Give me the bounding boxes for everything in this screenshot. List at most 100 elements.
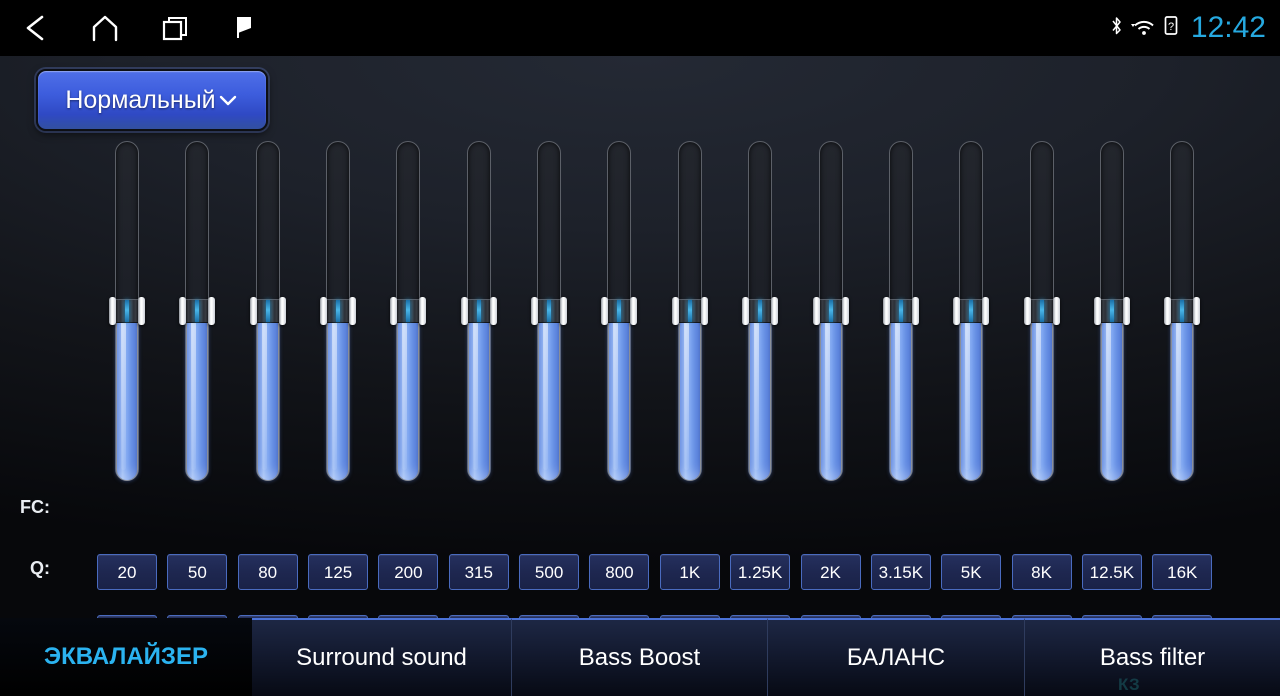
- slider-thumb-glow: [828, 300, 833, 322]
- slider-thumb-cap-left: [1164, 297, 1172, 325]
- slider-thumb-glow: [1039, 300, 1044, 322]
- slider-fill: [116, 311, 138, 481]
- status-clock: 12:42: [1190, 11, 1266, 44]
- back-icon[interactable]: [0, 0, 70, 56]
- fc-value-chip[interactable]: 1K: [659, 554, 720, 590]
- band-slider[interactable]: [320, 141, 357, 481]
- band-slider[interactable]: [531, 141, 568, 481]
- slider-thumb-glow: [336, 300, 341, 322]
- recents-icon[interactable]: [140, 0, 210, 56]
- tab-item[interactable]: Bass Boost: [511, 618, 767, 696]
- slider-thumb[interactable]: [109, 297, 145, 325]
- slider-thumb[interactable]: [953, 297, 990, 325]
- slider-thumb[interactable]: [390, 297, 427, 325]
- slider-fill: [467, 311, 490, 481]
- band-slider[interactable]: [953, 141, 990, 481]
- fc-value-chip[interactable]: 20: [97, 554, 157, 590]
- slider-thumb-cap-left: [1093, 297, 1101, 325]
- slider-thumb-glow: [125, 300, 129, 322]
- fc-value-chip[interactable]: 80: [237, 554, 298, 590]
- status-icons: ? 12:42: [1109, 0, 1266, 56]
- slider-thumb[interactable]: [460, 297, 497, 325]
- fc-value-chip[interactable]: 200: [378, 554, 439, 590]
- slider-thumb-cap-right: [841, 297, 849, 325]
- slider-thumb[interactable]: [671, 297, 708, 325]
- slider-thumb[interactable]: [882, 297, 919, 325]
- slider-thumb-cap-left: [531, 297, 539, 325]
- slider-thumb-cap-right: [982, 297, 990, 325]
- flag-icon[interactable]: [210, 0, 280, 56]
- band-slider[interactable]: [742, 141, 779, 481]
- fc-value-chip[interactable]: 16K: [1152, 554, 1213, 590]
- fc-value-chip[interactable]: 1.25K: [730, 554, 791, 590]
- band-slider[interactable]: [671, 141, 708, 481]
- slider-thumb[interactable]: [742, 297, 779, 325]
- fc-value-chip[interactable]: 8K: [1011, 554, 1072, 590]
- slider-fill: [678, 311, 701, 481]
- slider-thumb-cap-left: [109, 297, 116, 325]
- slider-fill: [256, 311, 279, 481]
- slider-thumb[interactable]: [601, 297, 638, 325]
- slider-thumb-cap-right: [700, 297, 708, 325]
- tab-item[interactable]: Surround sound: [252, 618, 511, 696]
- slider-thumb[interactable]: [1093, 297, 1130, 325]
- slider-thumb-glow: [969, 300, 974, 322]
- band-slider[interactable]: [812, 141, 849, 481]
- slider-thumb[interactable]: [1023, 297, 1060, 325]
- slider-fill: [960, 311, 983, 481]
- band-slider[interactable]: [882, 141, 919, 481]
- slider-thumb-cap-left: [882, 297, 890, 325]
- slider-thumb[interactable]: [320, 297, 357, 325]
- band-slider[interactable]: [249, 141, 286, 481]
- slider-thumb-cap-left: [460, 297, 468, 325]
- slider-fill: [608, 311, 631, 481]
- equalizer-panel: Нормальный FC: Q: 20 50 80 125 200 315 500 800 1…: [0, 56, 1280, 651]
- slider-thumb[interactable]: [179, 297, 216, 325]
- bottom-tab-bar: ЭКВАЛАЙЗЕР Surround sound Bass Boost БАЛАНС…: [0, 618, 1280, 696]
- slider-fill: [538, 311, 561, 481]
- slider-fill: [327, 311, 350, 481]
- fc-value-chip[interactable]: 125: [308, 554, 369, 590]
- fc-value-chip[interactable]: 315: [448, 554, 509, 590]
- slider-fill: [186, 311, 209, 481]
- slider-thumb-glow: [547, 300, 552, 322]
- fc-value-chip[interactable]: 12.5K: [1081, 554, 1142, 590]
- band-slider[interactable]: [109, 141, 145, 481]
- band-slider[interactable]: [390, 141, 427, 481]
- fc-value-chip[interactable]: 3.15K: [870, 554, 931, 590]
- slider-fill: [1030, 311, 1053, 481]
- slider-thumb[interactable]: [1164, 297, 1201, 325]
- slider-thumb[interactable]: [812, 297, 849, 325]
- sim-unknown-icon: ?: [1164, 15, 1178, 41]
- fc-value-chip[interactable]: 800: [589, 554, 650, 590]
- fc-value-chip[interactable]: 50: [167, 554, 228, 590]
- slider-fill: [1171, 311, 1194, 481]
- slider-thumb-cap-left: [179, 297, 187, 325]
- band-slider[interactable]: [1023, 141, 1060, 481]
- slider-thumb-glow: [265, 300, 270, 322]
- slider-thumb-glow: [617, 300, 622, 322]
- slider-thumb[interactable]: [249, 297, 286, 325]
- wifi-icon: [1130, 16, 1157, 41]
- equalizer-screen: ? 12:42 Нормальный FC: Q: 20 50 80 125 200 31…: [0, 0, 1280, 696]
- home-icon[interactable]: [70, 0, 140, 56]
- slider-thumb-cap-right: [489, 297, 497, 325]
- slider-thumb-glow: [758, 300, 763, 322]
- fc-value-chip[interactable]: 500: [519, 554, 580, 590]
- slider-thumb-cap-left: [390, 297, 398, 325]
- fc-value-chip[interactable]: 5K: [941, 554, 1002, 590]
- tab-item[interactable]: БАЛАНС: [767, 618, 1024, 696]
- slider-thumb[interactable]: [531, 297, 568, 325]
- slider-thumb-glow: [1109, 300, 1114, 322]
- band-slider[interactable]: [179, 141, 216, 481]
- tab-active[interactable]: ЭКВАЛАЙЗЕР: [0, 618, 252, 696]
- slider-thumb-glow: [687, 300, 692, 322]
- band-slider[interactable]: [1093, 141, 1130, 481]
- band-slider[interactable]: [1164, 141, 1201, 481]
- slider-thumb-glow: [476, 300, 481, 322]
- band-slider[interactable]: [601, 141, 638, 481]
- fc-value-chip[interactable]: 2K: [800, 554, 861, 590]
- slider-thumb-cap-left: [953, 297, 961, 325]
- navigation-bar: [0, 0, 280, 56]
- band-slider[interactable]: [460, 141, 497, 481]
